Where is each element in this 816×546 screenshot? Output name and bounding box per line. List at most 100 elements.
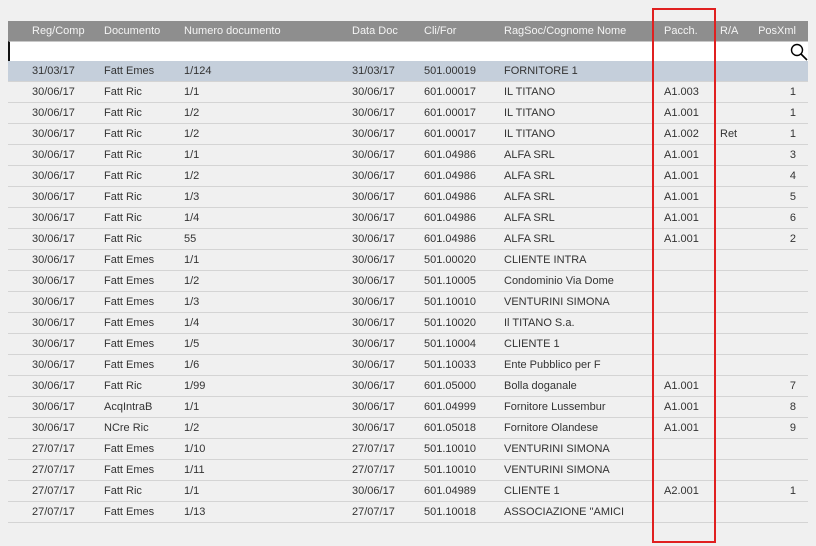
table-cell: 501.10020: [424, 317, 476, 329]
table-cell: 601.04986: [424, 149, 476, 161]
table-cell: ALFA SRL: [504, 233, 555, 245]
table-cell: 1: [789, 485, 796, 497]
table-cell: Fatt Ric: [104, 128, 142, 140]
table-cell: Fatt Ric: [104, 86, 142, 98]
table-cell: 1/124: [184, 65, 212, 77]
search-row[interactable]: [8, 41, 808, 61]
table-row[interactable]: 30/06/17 Fatt Emes 1/3 30/06/17 501.10010 VEN…: [8, 292, 808, 313]
table-cell: CLIENTE INTRA: [504, 254, 587, 266]
grid-body: 31/03/17 Fatt Emes 1/124 31/03/17 501.00019 F…: [8, 61, 808, 523]
table-row[interactable]: 30/06/17 Fatt Ric 55 30/06/17 601.04986 ALFA …: [8, 229, 808, 250]
table-cell: Fatt Emes: [104, 359, 155, 371]
table-cell: 1/10: [184, 443, 206, 455]
table-cell: 31/03/17: [352, 65, 395, 77]
table-cell: A2.001: [664, 485, 699, 497]
table-cell: A1.003: [664, 86, 699, 98]
table-cell: 30/06/17: [352, 128, 395, 140]
table-cell: 1: [789, 107, 796, 119]
table-cell: 27/07/17: [32, 443, 75, 455]
column-header[interactable]: Numero documento: [184, 21, 281, 41]
table-cell: 55: [184, 233, 197, 245]
table-cell: Ret: [720, 128, 738, 140]
column-header[interactable]: RagSoc/Cognome Nome: [504, 21, 626, 41]
table-cell: NCre Ric: [104, 422, 149, 434]
table-cell: 27/07/17: [32, 506, 75, 518]
table-cell: A1.001: [664, 233, 699, 245]
table-cell: 7: [789, 380, 796, 392]
table-row[interactable]: 30/06/17 Fatt Ric 1/1 30/06/17 601.00017 IL T…: [8, 82, 808, 103]
table-cell: 30/06/17: [32, 86, 75, 98]
table-cell: 30/06/17: [32, 422, 75, 434]
column-header[interactable]: Pacch.: [664, 21, 698, 41]
table-row[interactable]: 30/06/17 AcqIntraB 1/1 30/06/17 601.04999 For…: [8, 397, 808, 418]
table-row[interactable]: 31/03/17 Fatt Emes 1/124 31/03/17 501.00019 F…: [8, 61, 808, 82]
table-cell: 30/06/17: [32, 275, 75, 287]
table-row[interactable]: 30/06/17 Fatt Ric 1/2 30/06/17 601.04986 ALFA…: [8, 166, 808, 187]
table-cell: A1.001: [664, 191, 699, 203]
table-cell: 2: [789, 233, 796, 245]
table-row[interactable]: 30/06/17 Fatt Ric 1/4 30/06/17 601.04986 ALFA…: [8, 208, 808, 229]
table-cell: 1/4: [184, 212, 200, 224]
grid-header: Reg/Comp Documento Numero documento Data Do…: [8, 21, 808, 41]
column-header[interactable]: PosXml: [758, 21, 796, 41]
table-cell: 30/06/17: [352, 191, 395, 203]
table-cell: Fatt Emes: [104, 317, 155, 329]
table-cell: 30/06/17: [32, 401, 75, 413]
table-row[interactable]: 30/06/17 Fatt Emes 1/6 30/06/17 501.10033 Ent…: [8, 355, 808, 376]
table-cell: 1/1: [184, 149, 200, 161]
column-header[interactable]: R/A: [720, 21, 738, 41]
table-row[interactable]: 27/07/17 Fatt Emes 1/10 27/07/17 501.10010 VE…: [8, 439, 808, 460]
table-cell: Fatt Ric: [104, 170, 142, 182]
table-row[interactable]: 27/07/17 Fatt Emes 1/13 27/07/17 501.10018 AS…: [8, 502, 808, 523]
column-header[interactable]: Reg/Comp: [32, 21, 85, 41]
table-cell: 30/06/17: [352, 275, 395, 287]
column-header[interactable]: Cli/For: [424, 21, 456, 41]
table-cell: ALFA SRL: [504, 191, 555, 203]
table-cell: 30/06/17: [32, 254, 75, 266]
table-cell: 501.00019: [424, 65, 476, 77]
table-cell: 30/06/17: [352, 485, 395, 497]
table-cell: 601.05018: [424, 422, 476, 434]
table-row[interactable]: 30/06/17 Fatt Ric 1/2 30/06/17 601.00017 IL T…: [8, 103, 808, 124]
table-row[interactable]: 30/06/17 Fatt Ric 1/1 30/06/17 601.04986 ALFA…: [8, 145, 808, 166]
table-cell: 501.10010: [424, 443, 476, 455]
table-cell: Bolla doganale: [504, 380, 577, 392]
table-row[interactable]: 30/06/17 Fatt Emes 1/4 30/06/17 501.10020 Il …: [8, 313, 808, 334]
table-cell: 27/07/17: [352, 464, 395, 476]
table-cell: ASSOCIAZIONE "AMICI: [504, 506, 625, 518]
table-cell: Condominio Via Dome: [504, 275, 614, 287]
table-cell: Fatt Emes: [104, 296, 155, 308]
table-cell: Fornitore Lussembur: [504, 401, 606, 413]
column-header[interactable]: Data Doc: [352, 21, 398, 41]
table-cell: Fatt Emes: [104, 338, 155, 350]
table-cell: Fatt Emes: [104, 506, 155, 518]
table-row[interactable]: 30/06/17 Fatt Ric 1/2 30/06/17 601.00017 IL T…: [8, 124, 808, 145]
column-header[interactable]: Documento: [104, 21, 160, 41]
table-cell: 30/06/17: [352, 233, 395, 245]
table-cell: ALFA SRL: [504, 170, 555, 182]
table-row[interactable]: 27/07/17 Fatt Emes 1/11 27/07/17 501.10010 VE…: [8, 460, 808, 481]
table-cell: 1/2: [184, 275, 200, 287]
table-cell: A1.001: [664, 170, 699, 182]
table-row[interactable]: 30/06/17 Fatt Emes 1/2 30/06/17 501.10005 Con…: [8, 271, 808, 292]
table-cell: 1/3: [184, 296, 200, 308]
table-cell: Fatt Emes: [104, 464, 155, 476]
table-cell: A1.002: [664, 128, 699, 140]
table-row[interactable]: 30/06/17 Fatt Emes 1/1 30/06/17 501.00020 CLI…: [8, 250, 808, 271]
table-row[interactable]: 30/06/17 Fatt Emes 1/5 30/06/17 501.10004 CLI…: [8, 334, 808, 355]
table-cell: 501.10005: [424, 275, 476, 287]
table-cell: 30/06/17: [32, 296, 75, 308]
table-cell: 30/06/17: [32, 359, 75, 371]
table-cell: 501.10033: [424, 359, 476, 371]
table-cell: 30/06/17: [32, 107, 75, 119]
table-row[interactable]: 30/06/17 Fatt Ric 1/99 30/06/17 601.05000 Bol…: [8, 376, 808, 397]
table-cell: A1.001: [664, 401, 699, 413]
table-row[interactable]: 27/07/17 Fatt Ric 1/1 30/06/17 601.04989 CLIE…: [8, 481, 808, 502]
table-cell: 30/06/17: [352, 359, 395, 371]
table-row[interactable]: 30/06/17 NCre Ric 1/2 30/06/17 601.05018 Forn…: [8, 418, 808, 439]
table-cell: Fatt Ric: [104, 380, 142, 392]
table-cell: 30/06/17: [352, 338, 395, 350]
table-row[interactable]: 30/06/17 Fatt Ric 1/3 30/06/17 601.04986 ALFA…: [8, 187, 808, 208]
search-icon[interactable]: [790, 43, 808, 61]
table-cell: 601.05000: [424, 380, 476, 392]
